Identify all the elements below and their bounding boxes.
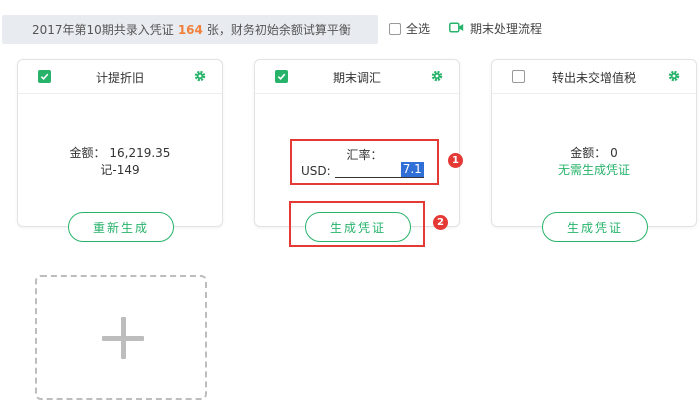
voucher-number: 记-149 (100, 163, 140, 177)
period-end-flow-label: 期末处理流程 (470, 22, 543, 36)
checkbox-icon[interactable] (389, 22, 401, 35)
period-end-flow-link[interactable]: 期末处理流程 (449, 20, 542, 37)
rate-input[interactable] (334, 164, 401, 178)
select-all-checkbox[interactable]: 全选 (389, 20, 430, 37)
card-title: 转出未交增值税 (551, 71, 636, 85)
rate-label: 汇率： (346, 148, 383, 162)
card-title: 计提折旧 (95, 71, 144, 85)
card-body: 金额： 16,219.35 记-149 (18, 145, 222, 179)
add-card-button[interactable] (35, 275, 207, 400)
annotation-marker-1: 1 (448, 153, 463, 168)
card-header: 转出未交增值税 (492, 60, 696, 94)
exchange-rate-highlight: 汇率： USD: 7.1 (290, 139, 439, 185)
no-voucher-needed-text: 无需生成凭证 (557, 163, 630, 177)
generate-voucher-button[interactable]: 生成凭证 (542, 212, 648, 242)
card-depreciation: 计提折旧 金额： 16,219.35 记-149 重新生成 (17, 59, 223, 242)
amount-text: 金额： 16,219.35 (69, 146, 171, 160)
amount-text: 金额： 0 (570, 146, 618, 160)
select-all-label: 全选 (406, 22, 431, 36)
card-transfer-vat: 转出未交增值税 金额： 0 无需生成凭证 生成凭证 (491, 59, 697, 242)
video-camera-icon (449, 21, 464, 36)
regenerate-button[interactable]: 重新生成 (68, 212, 174, 242)
generate-voucher-highlight (289, 201, 425, 247)
annotation-marker-2: 2 (433, 215, 448, 230)
card-body: 金额： 0 无需生成凭证 (492, 145, 696, 179)
card-header: 期末调汇 (255, 60, 459, 94)
period-summary-bar: 2017年第10期共录入凭证 164 张，财务初始余额试算平衡 (2, 15, 378, 44)
voucher-count: 164 (177, 22, 203, 37)
summary-suffix: 张，财务初始余额试算平衡 (206, 23, 351, 37)
rate-row: USD: 7.1 (301, 162, 424, 178)
card-header: 计提折旧 (18, 60, 222, 94)
gear-icon[interactable] (668, 70, 680, 82)
rate-value[interactable]: 7.1 (400, 162, 424, 178)
summary-prefix: 2017年第10期共录入凭证 (32, 23, 174, 37)
gear-icon[interactable] (431, 70, 443, 82)
gear-icon[interactable] (194, 70, 206, 82)
card-title: 期末调汇 (332, 71, 381, 85)
currency-label: USD: (301, 164, 331, 178)
